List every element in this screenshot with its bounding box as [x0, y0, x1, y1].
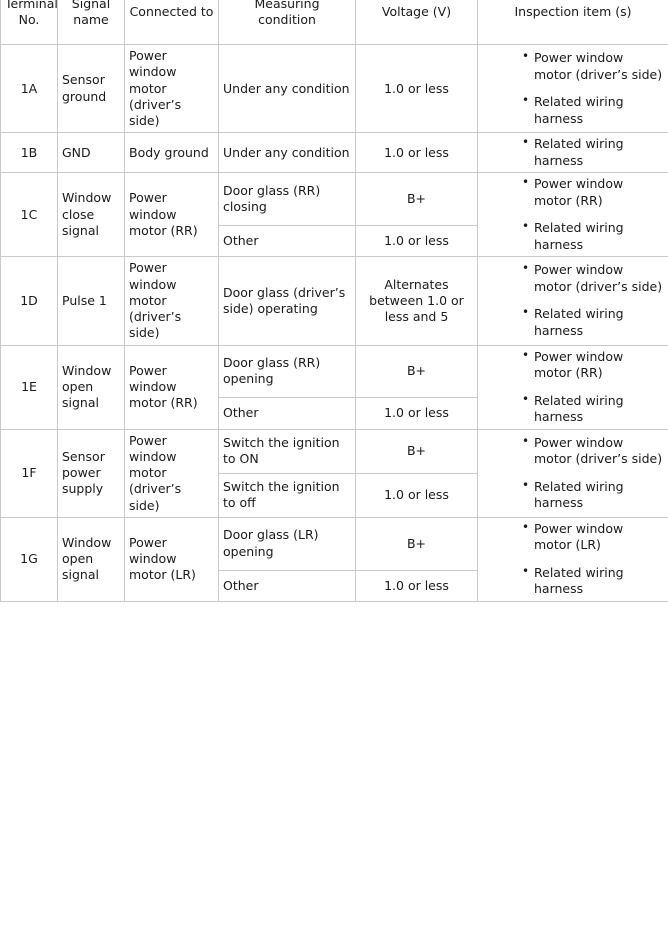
- measuring-condition-cell: Other: [218, 397, 356, 430]
- inspection-item: Related wiring harness: [522, 219, 664, 253]
- column-header-inspection: Inspection item (s): [477, 0, 668, 45]
- header-row: Terminal No. Signal name Connected to Measuri…: [0, 0, 668, 45]
- voltage-cell: B+: [355, 516, 478, 571]
- inspection-item-list: Power window motor (RR) Related wiring ha…: [482, 175, 664, 253]
- voltage-cell: 1.0 or less: [355, 397, 478, 430]
- document-body: Terminal No. Signal name Connected to Measuri…: [0, 0, 668, 602]
- voltage-cell: 1.0 or less: [355, 569, 478, 602]
- column-header-condition: Measuring condition: [218, 0, 356, 45]
- inspection-item: Power window motor (driver’s side): [522, 261, 664, 295]
- inspection-items-cell: Power window motor (RR) Related wiring ha…: [477, 344, 668, 430]
- inspection-item: Related wiring harness: [522, 478, 664, 512]
- terminal-inspection-table: Terminal No. Signal name Connected to Measuri…: [0, 0, 668, 602]
- inspection-items-cell: Power window motor (driver’s side) Relate…: [477, 256, 668, 346]
- measuring-condition-cell: Door glass (driver’s side) operating: [218, 256, 356, 346]
- inspection-items-cell: Related wiring harness: [477, 132, 668, 174]
- signal-name-cell: Window open signal: [57, 516, 125, 602]
- inspection-item-list: Related wiring harness: [482, 135, 664, 169]
- terminal-cell: 1E: [0, 344, 58, 430]
- measuring-condition-cell: Other: [218, 225, 356, 258]
- column-header-line: Measuring: [254, 0, 320, 11]
- table-row: 1C Window close signal Power window motor …: [0, 172, 668, 258]
- voltage-cell: 1.0 or less: [355, 132, 478, 174]
- voltage-cell: 1.0 or less: [355, 472, 478, 518]
- table-row: 1B GND Body ground Under any condition 1.0 o…: [0, 132, 668, 174]
- measuring-condition-cell: Door glass (RR) opening: [218, 344, 356, 399]
- signal-name-cell: Window close signal: [57, 172, 125, 258]
- signal-name-cell: Sensor power supply: [57, 428, 125, 518]
- inspection-item: Power window motor (RR): [522, 348, 664, 382]
- connected-to-cell: Power window motor (RR): [124, 172, 219, 258]
- terminal-cell: 1A: [0, 43, 58, 134]
- voltage-cell: B+: [355, 172, 478, 227]
- table-row: 1D Pulse 1 Power window motor (driver’s si…: [0, 256, 668, 346]
- inspection-items-cell: Power window motor (LR) Related wiring ha…: [477, 516, 668, 602]
- column-header-connected: Connected to: [124, 0, 219, 45]
- measuring-condition-cell: Switch the ignition to off: [218, 472, 356, 518]
- column-header-name: Signal name: [57, 0, 125, 45]
- inspection-item: Power window motor (LR): [522, 520, 664, 554]
- table-row: 1E Window open signal Power window motor (…: [0, 344, 668, 430]
- measuring-condition-cell: Under any condition: [218, 43, 356, 134]
- connected-to-cell: Power window motor (LR): [124, 516, 219, 602]
- measuring-condition-cell: Under any condition: [218, 132, 356, 174]
- measuring-condition-cell: Switch the ignition to ON: [218, 428, 356, 474]
- connected-to-cell: Power window motor (driver’s side): [124, 428, 219, 518]
- column-header-voltage: Voltage (V): [355, 0, 478, 45]
- terminal-cell: 1D: [0, 256, 58, 346]
- table-row: 1F Sensor power supply Power window motor …: [0, 428, 668, 518]
- terminal-cell: 1G: [0, 516, 58, 602]
- inspection-item: Related wiring harness: [522, 135, 664, 169]
- terminal-cell: 1F: [0, 428, 58, 518]
- table-header: Terminal No. Signal name Connected to Measuri…: [0, 0, 668, 45]
- inspection-item-list: Power window motor (driver’s side) Relate…: [482, 434, 664, 512]
- column-header-line: Voltage (V): [381, 3, 452, 19]
- voltage-cell: 1.0 or less: [355, 43, 478, 134]
- measuring-condition-cell: Door glass (RR) closing: [218, 172, 356, 227]
- inspection-items-cell: Power window motor (RR) Related wiring ha…: [477, 172, 668, 258]
- column-header-line: Terminal: [5, 0, 58, 11]
- voltage-cell: B+: [355, 428, 478, 474]
- signal-name-cell: Pulse 1: [57, 256, 125, 346]
- inspection-items-cell: Power window motor (driver’s side) Relate…: [477, 428, 668, 518]
- connected-to-cell: Body ground: [124, 132, 219, 174]
- connected-to-cell: Power window motor (driver’s side): [124, 43, 219, 134]
- inspection-item: Power window motor (driver’s side): [522, 49, 664, 83]
- connected-to-cell: Power window motor (driver’s side): [124, 256, 219, 346]
- column-header-line: Connected to: [129, 3, 214, 19]
- column-header-line: Signal: [71, 0, 111, 11]
- column-header-line: No.: [18, 12, 40, 27]
- inspection-item-list: Power window motor (driver’s side) Relate…: [482, 49, 664, 127]
- measuring-condition-cell: Other: [218, 569, 356, 602]
- column-header-line: name: [73, 12, 109, 27]
- column-header-line: condition: [258, 12, 316, 27]
- inspection-item: Related wiring harness: [522, 93, 664, 127]
- inspection-item-list: Power window motor (driver’s side) Relate…: [482, 261, 664, 339]
- terminal-cell: 1C: [0, 172, 58, 258]
- voltage-cell: Alternates between 1.0 or less and 5: [355, 256, 478, 346]
- inspection-item-list: Power window motor (RR) Related wiring ha…: [482, 348, 664, 426]
- column-header-line: Inspection item (s): [514, 3, 632, 19]
- signal-name-cell: GND: [57, 132, 125, 174]
- document-viewport: Terminal No. Signal name Connected to Measuri…: [0, 0, 668, 927]
- inspection-item: Power window motor (driver’s side): [522, 434, 664, 468]
- voltage-cell: 1.0 or less: [355, 225, 478, 258]
- connected-to-cell: Power window motor (RR): [124, 344, 219, 430]
- table-body: 1A Sensor ground Power window motor (drive…: [0, 43, 668, 602]
- inspection-items-cell: Power window motor (driver’s side) Relate…: [477, 43, 668, 134]
- inspection-item: Related wiring harness: [522, 305, 664, 339]
- table-row: 1A Sensor ground Power window motor (drive…: [0, 43, 668, 134]
- inspection-item: Power window motor (RR): [522, 175, 664, 209]
- inspection-item: Related wiring harness: [522, 564, 664, 598]
- measuring-condition-cell: Door glass (LR) opening: [218, 516, 356, 571]
- voltage-cell: B+: [355, 344, 478, 399]
- table-row: 1G Window open signal Power window motor (…: [0, 516, 668, 602]
- signal-name-cell: Sensor ground: [57, 43, 125, 134]
- inspection-item: Related wiring harness: [522, 392, 664, 426]
- inspection-item-list: Power window motor (LR) Related wiring ha…: [482, 520, 664, 598]
- signal-name-cell: Window open signal: [57, 344, 125, 430]
- column-header-terminal: Terminal No.: [0, 0, 58, 45]
- terminal-cell: 1B: [0, 132, 58, 174]
